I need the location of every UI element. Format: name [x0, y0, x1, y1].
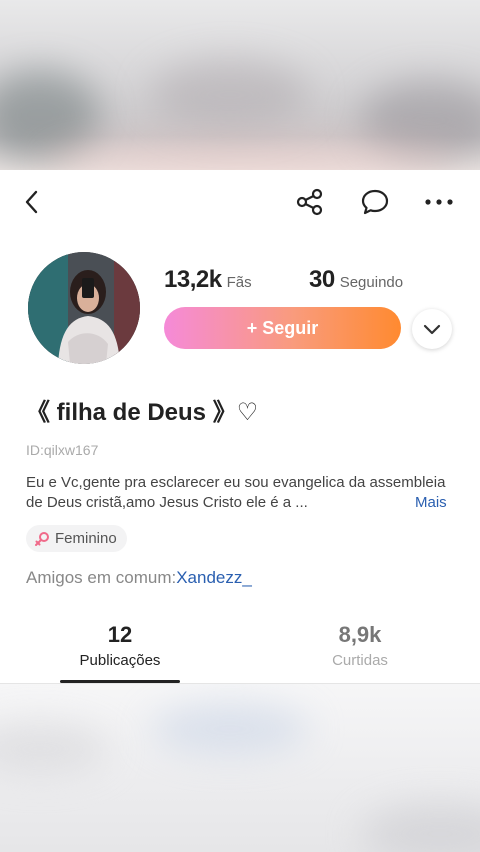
profile-sheet: 13,2k Fãs 30 Seguindo + Seguir 《 filha de …	[0, 170, 480, 684]
stats-row: 13,2k Fãs 30 Seguindo	[164, 266, 464, 296]
more-options-button[interactable]	[421, 184, 457, 220]
following-count: 30	[309, 266, 335, 293]
top-bar	[0, 170, 480, 234]
gender-label: Feminino	[55, 530, 117, 547]
mutual-friends-label: Amigos em comum:	[26, 568, 177, 587]
following-label: Seguindo	[339, 274, 404, 291]
chat-bubble-icon	[361, 189, 389, 215]
back-button[interactable]	[14, 184, 50, 220]
female-symbol-icon	[35, 531, 49, 546]
avatar-photo-icon	[28, 252, 140, 364]
bio-more-link[interactable]: Mais	[415, 493, 447, 513]
user-id: ID:qilxw167	[26, 442, 99, 458]
tab-label: Publicações	[79, 652, 161, 669]
bio-text: Eu e Vc,gente pra esclarecer eu sou evan…	[26, 474, 446, 511]
tab-count: 8,9k	[338, 622, 382, 647]
chat-button[interactable]	[357, 184, 393, 220]
chevron-down-icon	[423, 324, 441, 335]
mutual-friend-link[interactable]: Xandezz_	[176, 568, 252, 587]
bio-block: Eu e Vc,gente pra esclarecer eu sou evan…	[26, 473, 456, 513]
mutual-friends: Amigos em comum:Xandezz_	[26, 568, 252, 588]
following-stat[interactable]: 30 Seguindo	[309, 266, 403, 294]
avatar[interactable]	[28, 252, 140, 364]
recommendations-toggle-button[interactable]	[412, 309, 452, 349]
blurred-background-top	[0, 0, 480, 170]
tab-curtidas[interactable]: 8,9k Curtidas	[270, 622, 450, 669]
fans-label: Fãs	[226, 274, 252, 291]
tab-count: 12	[107, 622, 133, 647]
gender-badge: Feminino	[26, 525, 127, 552]
blurred-background-bottom	[0, 684, 480, 852]
share-icon	[296, 188, 323, 216]
fans-count: 13,2k	[164, 266, 222, 293]
more-dots-icon	[425, 199, 453, 205]
share-button[interactable]	[292, 184, 328, 220]
back-chevron-icon	[25, 190, 38, 214]
fans-stat[interactable]: 13,2k Fãs	[164, 266, 252, 294]
follow-button[interactable]: + Seguir	[164, 307, 401, 349]
profile-name: 《 filha de Deus 》♡	[26, 399, 259, 426]
tab-label: Curtidas	[332, 652, 388, 669]
tab-publicacoes[interactable]: 12 Publicações	[30, 622, 210, 669]
